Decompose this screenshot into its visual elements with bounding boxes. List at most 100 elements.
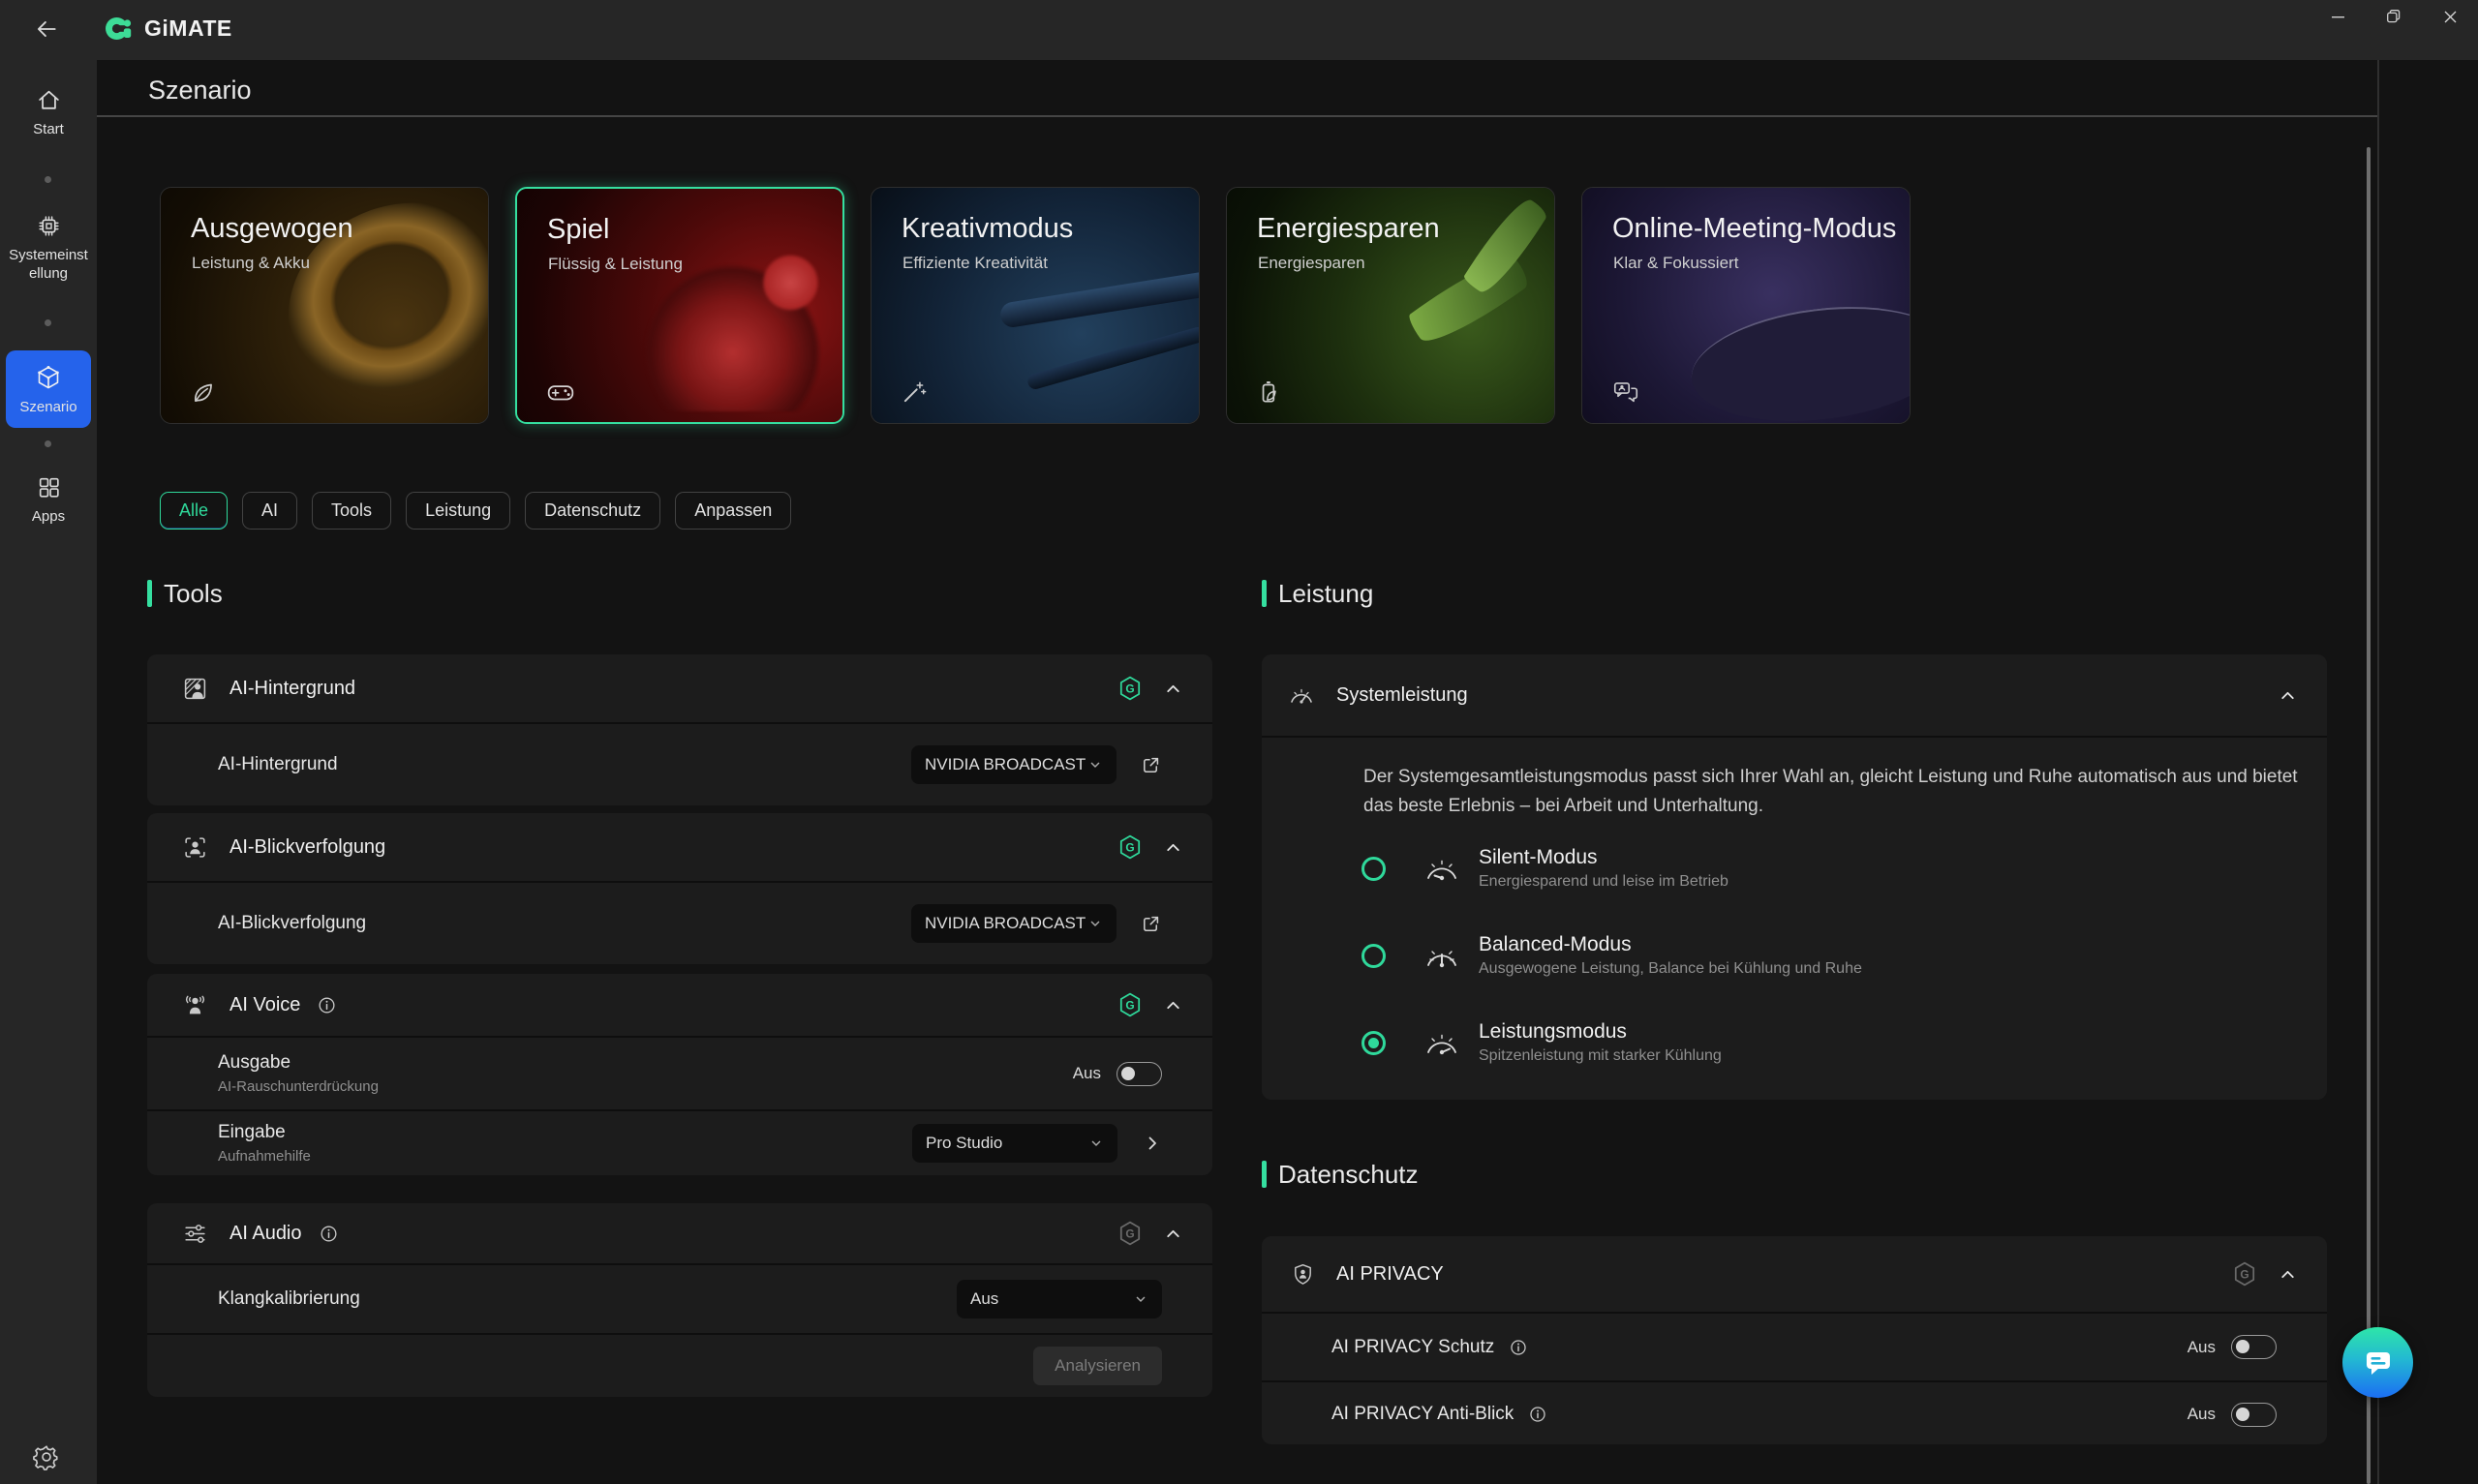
panel-header-systemleistung[interactable]: Systemleistung bbox=[1262, 654, 2327, 736]
mode-option-silent[interactable]: Silent-Modus Energiesparend und leise im… bbox=[1262, 825, 2327, 912]
analysieren-button[interactable]: Analysieren bbox=[1033, 1347, 1162, 1385]
close-icon bbox=[2444, 11, 2457, 23]
content-edge-line bbox=[2377, 60, 2379, 1484]
filter-chip-ai[interactable]: AI bbox=[242, 492, 297, 530]
scenario-card-energiesparen[interactable]: Energiesparen Energiesparen bbox=[1226, 187, 1555, 424]
back-button[interactable] bbox=[33, 16, 62, 42]
klangkalibrierung-dropdown[interactable]: Aus bbox=[957, 1280, 1162, 1318]
section-title: Datenschutz bbox=[1278, 1160, 1419, 1190]
gauge-high-icon bbox=[1423, 1027, 1461, 1058]
panel-header-ai-audio[interactable]: AI Audio G bbox=[147, 1203, 1212, 1263]
row-ai-privacy-schutz: AI PRIVACY Schutz Aus bbox=[1262, 1314, 2327, 1380]
panel-ai-hintergrund: AI-Hintergrund G AI-Hintergrund NVIDIA B… bbox=[147, 654, 1212, 805]
chevron-right-icon[interactable] bbox=[1143, 1134, 1162, 1153]
window-controls bbox=[2310, 0, 2478, 33]
filter-chip-tools[interactable]: Tools bbox=[312, 492, 391, 530]
panel-header-ai-privacy[interactable]: AI PRIVACY G bbox=[1262, 1236, 2327, 1312]
gauge-low-icon bbox=[1423, 853, 1461, 884]
info-icon[interactable] bbox=[316, 994, 338, 1016]
collapse-chevron-up-icon[interactable] bbox=[1163, 1224, 1183, 1244]
maximize-button[interactable] bbox=[2366, 0, 2422, 33]
ai-hintergrund-provider-dropdown[interactable]: NVIDIA BROADCAST bbox=[911, 745, 1117, 784]
mode-option-balanced[interactable]: Balanced-Modus Ausgewogene Leistung, Bal… bbox=[1262, 912, 2327, 999]
ai-privacy-schutz-toggle[interactable] bbox=[2231, 1335, 2277, 1359]
sidebar-item-szenario[interactable]: Szenario bbox=[6, 350, 91, 428]
gaze-tracking-icon bbox=[182, 834, 208, 861]
scenario-card-online-meeting[interactable]: Online-Meeting-Modus Klar & Fokussiert bbox=[1581, 187, 1911, 424]
panel-title: AI Voice bbox=[229, 994, 300, 1016]
page-title: Szenario bbox=[148, 76, 252, 106]
app-logo: GiMATE bbox=[105, 15, 232, 42]
scenario-card-spiel[interactable]: Spiel Flüssig & Leistung bbox=[515, 187, 844, 424]
settings-gear-button[interactable] bbox=[33, 1443, 62, 1472]
toggle-state-label: Aus bbox=[2187, 1338, 2216, 1357]
ausgabe-toggle[interactable] bbox=[1117, 1062, 1162, 1086]
radio-unselected[interactable] bbox=[1361, 944, 1386, 968]
scenario-card-kreativmodus[interactable]: Kreativmodus Effiziente Kreativität bbox=[871, 187, 1200, 424]
info-icon[interactable] bbox=[1508, 1337, 1529, 1358]
accent-bar bbox=[147, 580, 152, 607]
ai-voice-icon bbox=[182, 992, 208, 1018]
collapse-chevron-up-icon[interactable] bbox=[2278, 685, 2298, 706]
info-icon[interactable] bbox=[318, 1223, 340, 1245]
sidebar-separator-dot bbox=[45, 176, 51, 183]
row-label: AI PRIVACY Schutz bbox=[1331, 1337, 1494, 1358]
filter-chip-leistung[interactable]: Leistung bbox=[406, 492, 510, 530]
panel-header-ai-blickverfolgung[interactable]: AI-Blickverfolgung G bbox=[147, 813, 1212, 881]
minimize-button[interactable] bbox=[2310, 0, 2366, 33]
radio-unselected[interactable] bbox=[1361, 857, 1386, 881]
sidebar-item-label: Szenario bbox=[19, 398, 76, 416]
dropdown-value: NVIDIA BROADCAST bbox=[925, 914, 1086, 933]
sidebar-item-start[interactable]: Start bbox=[6, 87, 91, 138]
section-title: Leistung bbox=[1278, 579, 1373, 609]
close-button[interactable] bbox=[2422, 0, 2478, 33]
gauge-mid-icon bbox=[1423, 940, 1461, 971]
card-title: Ausgewogen bbox=[191, 213, 353, 245]
sidebar-item-apps[interactable]: Apps bbox=[6, 474, 91, 526]
external-link-icon[interactable] bbox=[1140, 913, 1162, 935]
panel-ai-audio: AI Audio G Klangkalibrierung bbox=[147, 1203, 1212, 1397]
panel-title: Systemleistung bbox=[1336, 684, 1468, 707]
row-label: Klangkalibrierung bbox=[218, 1288, 360, 1310]
mode-title: Silent-Modus bbox=[1479, 846, 1728, 869]
dropdown-value: Pro Studio bbox=[926, 1134, 1002, 1153]
filter-chip-alle[interactable]: Alle bbox=[160, 492, 228, 530]
toggle-knob bbox=[2236, 1408, 2249, 1421]
card-title: Online-Meeting-Modus bbox=[1612, 213, 1896, 245]
chat-assistant-fab[interactable] bbox=[2342, 1327, 2413, 1398]
card-subtitle: Klar & Fokussiert bbox=[1613, 254, 1738, 273]
mode-option-leistung[interactable]: Leistungsmodus Spitzenleistung mit stark… bbox=[1262, 999, 2327, 1086]
ai-privacy-anti-blick-toggle[interactable] bbox=[2231, 1403, 2277, 1427]
chevron-down-icon bbox=[1087, 757, 1103, 772]
toggle-state-label: Aus bbox=[2187, 1405, 2216, 1424]
scenario-card-ausgewogen[interactable]: Ausgewogen Leistung & Akku bbox=[160, 187, 489, 424]
section-heading-leistung: Leistung bbox=[1262, 575, 1373, 612]
filter-chip-anpassen[interactable]: Anpassen bbox=[675, 492, 791, 530]
panel-header-ai-hintergrund[interactable]: AI-Hintergrund G bbox=[147, 654, 1212, 722]
row-sublabel: Aufnahmehilfe bbox=[218, 1148, 311, 1165]
maximize-restore-icon bbox=[2387, 10, 2401, 23]
leaf-icon bbox=[190, 379, 217, 406]
gimate-feature-badge-icon: G bbox=[1118, 676, 1142, 701]
cube-3d-icon bbox=[35, 364, 62, 391]
mode-subtitle: Energiesparend und leise im Betrieb bbox=[1479, 873, 1728, 891]
radio-selected[interactable] bbox=[1361, 1031, 1386, 1055]
filter-chip-datenschutz[interactable]: Datenschutz bbox=[525, 492, 660, 530]
collapse-chevron-up-icon[interactable] bbox=[1163, 995, 1183, 1015]
external-link-icon[interactable] bbox=[1140, 754, 1162, 776]
panel-title: AI-Hintergrund bbox=[229, 678, 355, 700]
vertical-scrollbar[interactable] bbox=[2367, 147, 2371, 1484]
card-title: Kreativmodus bbox=[902, 213, 1073, 245]
magic-wand-icon bbox=[901, 379, 928, 406]
battery-leaf-icon bbox=[1256, 379, 1283, 406]
panel-header-ai-voice[interactable]: AI Voice G bbox=[147, 974, 1212, 1036]
eingabe-profile-dropdown[interactable]: Pro Studio bbox=[912, 1124, 1117, 1163]
collapse-chevron-up-icon[interactable] bbox=[1163, 679, 1183, 699]
chip-icon bbox=[36, 213, 62, 239]
ai-blickverfolgung-provider-dropdown[interactable]: NVIDIA BROADCAST bbox=[911, 904, 1117, 943]
sidebar-item-systemeinstellung[interactable]: Systemeinstellung bbox=[6, 213, 91, 283]
info-icon[interactable] bbox=[1527, 1404, 1548, 1425]
collapse-chevron-up-icon[interactable] bbox=[2278, 1264, 2298, 1285]
panel-ai-blickverfolgung: AI-Blickverfolgung G AI-Blickverfolgung … bbox=[147, 813, 1212, 964]
collapse-chevron-up-icon[interactable] bbox=[1163, 837, 1183, 858]
